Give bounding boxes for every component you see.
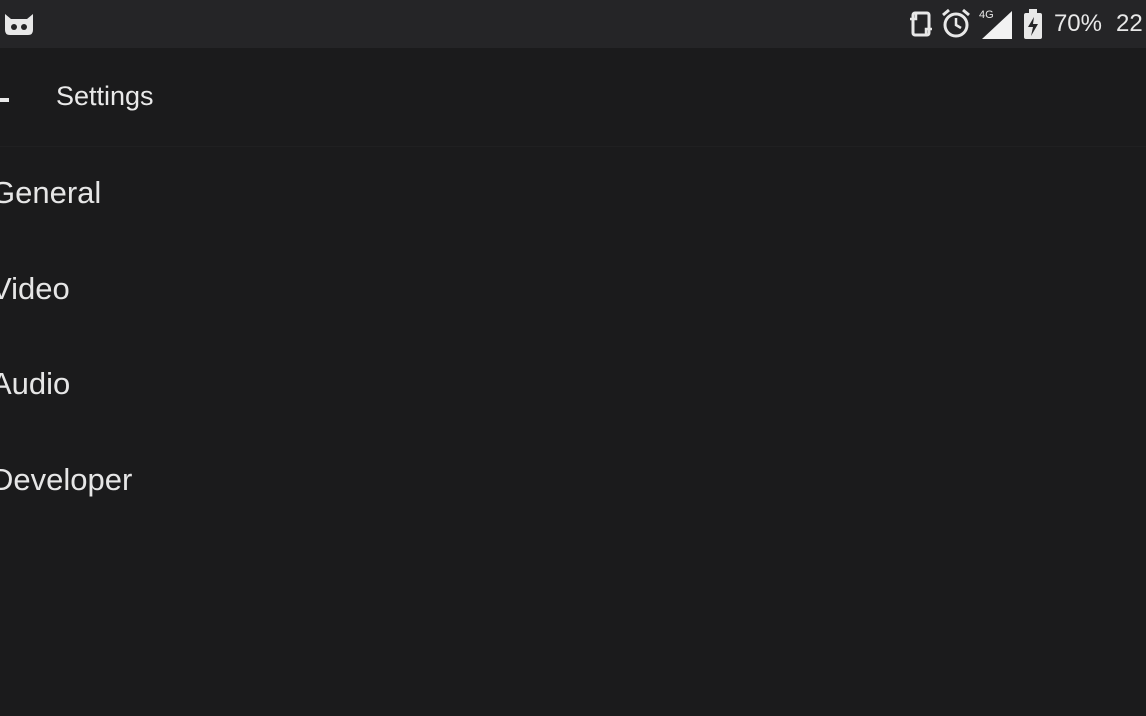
battery-percent: 70% xyxy=(1053,10,1102,37)
settings-item-label: Video xyxy=(0,270,70,306)
app-bar xyxy=(0,48,1146,147)
network-label: 4G xyxy=(979,9,994,21)
screen-rotation-icon xyxy=(908,9,934,39)
settings-item-general[interactable]: General xyxy=(0,146,1146,242)
settings-item-developer[interactable]: Developer xyxy=(0,433,1146,529)
settings-item-label: Audio xyxy=(0,366,71,401)
settings-item-label: Developer xyxy=(0,461,133,497)
settings-item-audio[interactable]: Audio xyxy=(0,337,1146,433)
back-arrow-icon[interactable] xyxy=(0,90,12,102)
signal-4g-icon: 4G xyxy=(978,7,1016,41)
page-title: Settings xyxy=(56,81,154,111)
cyanogen-mascot-icon xyxy=(2,10,36,38)
status-bar: 4G 70% 22 xyxy=(0,0,1146,48)
alarm-clock-icon xyxy=(940,8,972,40)
settings-item-video[interactable]: Video xyxy=(0,242,1146,338)
status-icons: 4G 70% 22 xyxy=(908,6,1146,42)
battery-charging-icon xyxy=(1022,8,1044,40)
settings-list: General Video Audio Developer xyxy=(0,146,1146,528)
settings-item-label: General xyxy=(0,175,102,210)
clock: 22 xyxy=(1116,10,1143,37)
